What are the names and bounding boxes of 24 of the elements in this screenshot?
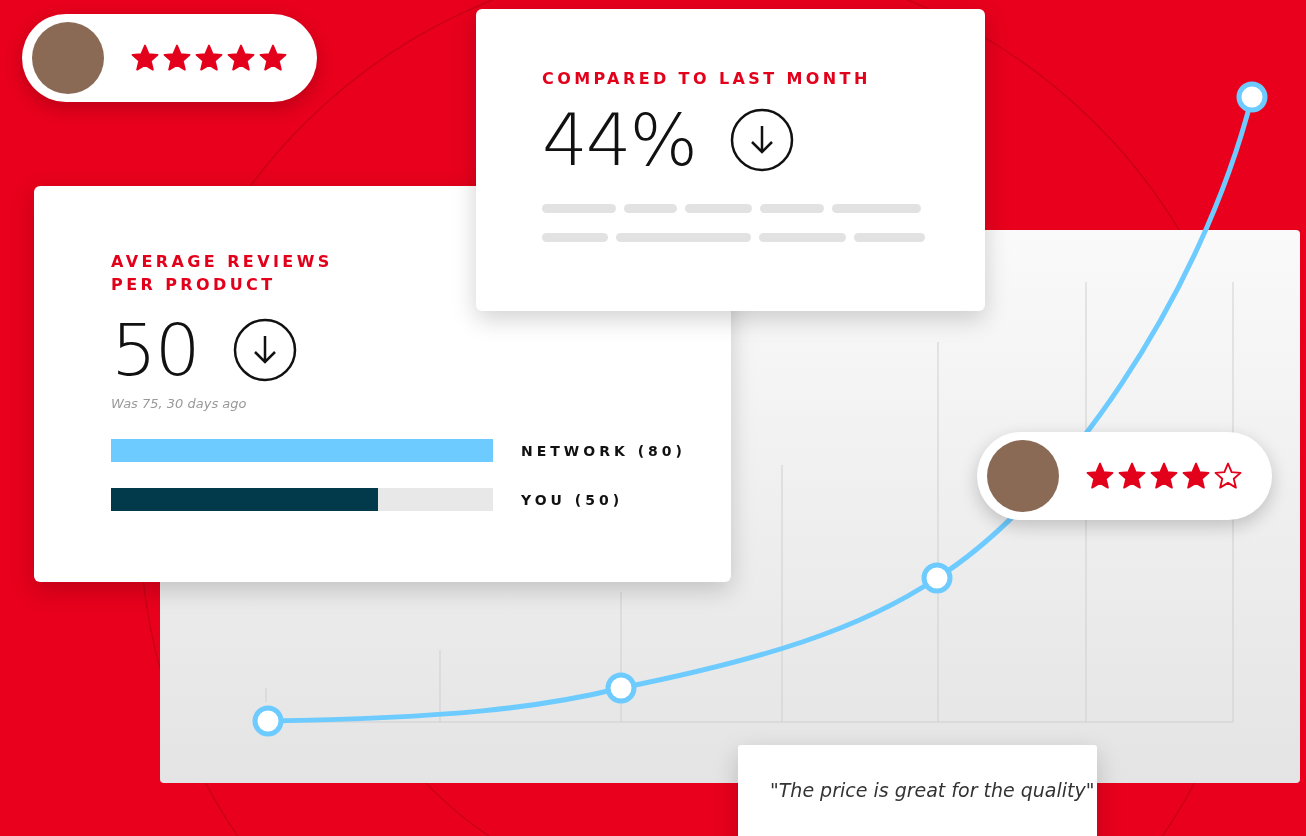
avatar-placeholder [987, 440, 1059, 512]
card-title: COMPARED TO LAST MONTH [542, 68, 872, 90]
empty-star-icon [1213, 461, 1243, 491]
quote-text: "The price is great for the quality" [770, 779, 1095, 801]
bar-label: YOU (50) [521, 491, 624, 508]
filled-star-icon [1181, 461, 1211, 491]
point-marker [1236, 81, 1268, 113]
bar-label: NETWORK (80) [521, 442, 686, 459]
filled-star-icon [1085, 461, 1115, 491]
point-marker [605, 672, 637, 704]
filled-star-icon [258, 43, 288, 73]
avatar-placeholder [32, 22, 104, 94]
point-marker [921, 562, 953, 594]
filled-star-icon [226, 43, 256, 73]
filled-star-icon [1149, 461, 1179, 491]
filled-star-icon [130, 43, 160, 73]
filled-star-icon [162, 43, 192, 73]
percent-value: 44% [542, 98, 697, 182]
filled-star-icon [1117, 461, 1147, 491]
previous-value-note: Was 75, 30 days ago [111, 396, 248, 411]
filled-star-icon [194, 43, 224, 73]
reviews-value: 50 [111, 308, 199, 392]
point-marker [252, 705, 284, 737]
card-title: AVERAGE REVIEWS PER PRODUCT [111, 251, 334, 296]
